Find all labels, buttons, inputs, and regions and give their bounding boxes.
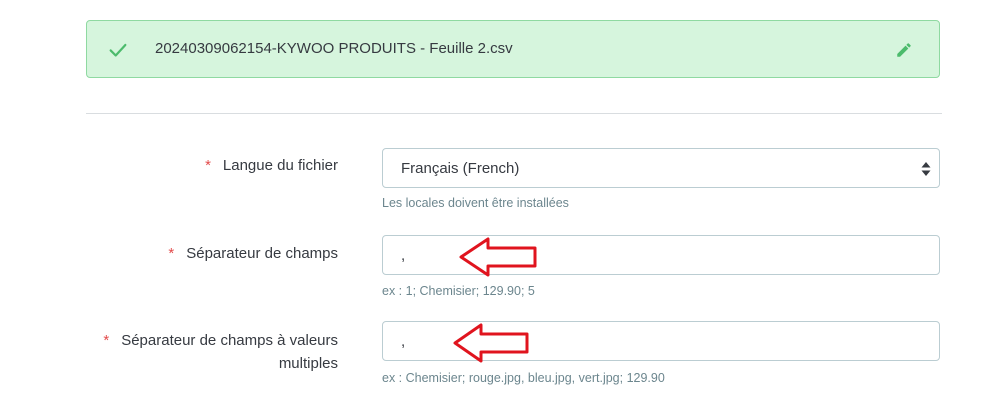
required-marker: * (168, 245, 175, 262)
language-help: Les locales doivent être installées (382, 196, 569, 210)
language-selected-value: Français (French) (401, 159, 520, 177)
language-label: * Langue du fichier (205, 154, 338, 177)
multi-value-separator-help: ex : Chemisier; rouge.jpg, bleu.jpg, ver… (382, 371, 665, 385)
multi-value-separator-label: * Séparateur de champs à valeurs multiple… (103, 329, 338, 375)
left-arrow-outline-icon (453, 323, 529, 363)
check-icon (109, 43, 127, 57)
multi-value-separator-label-line2: multiples (278, 355, 338, 372)
select-arrows-icon (921, 162, 931, 176)
file-upload-banner: 20240309062154-KYWOO PRODUITS - Feuille … (86, 20, 940, 78)
file-name: 20240309062154-KYWOO PRODUITS - Feuille … (155, 40, 513, 57)
language-label-text: Langue du fichier (222, 157, 338, 174)
field-separator-label: * Séparateur de champs (168, 242, 338, 265)
multi-value-separator-label-line1: Séparateur de champs à valeurs (121, 332, 338, 349)
field-separator-label-text: Séparateur de champs (186, 245, 338, 262)
pencil-icon[interactable] (895, 41, 913, 59)
section-divider (86, 113, 942, 114)
required-marker: * (205, 157, 211, 174)
left-arrow-outline-icon (459, 237, 537, 277)
language-select[interactable]: Français (French) (382, 148, 940, 188)
required-marker: * (103, 332, 110, 349)
field-separator-help: ex : 1; Chemisier; 129.90; 5 (382, 284, 535, 298)
